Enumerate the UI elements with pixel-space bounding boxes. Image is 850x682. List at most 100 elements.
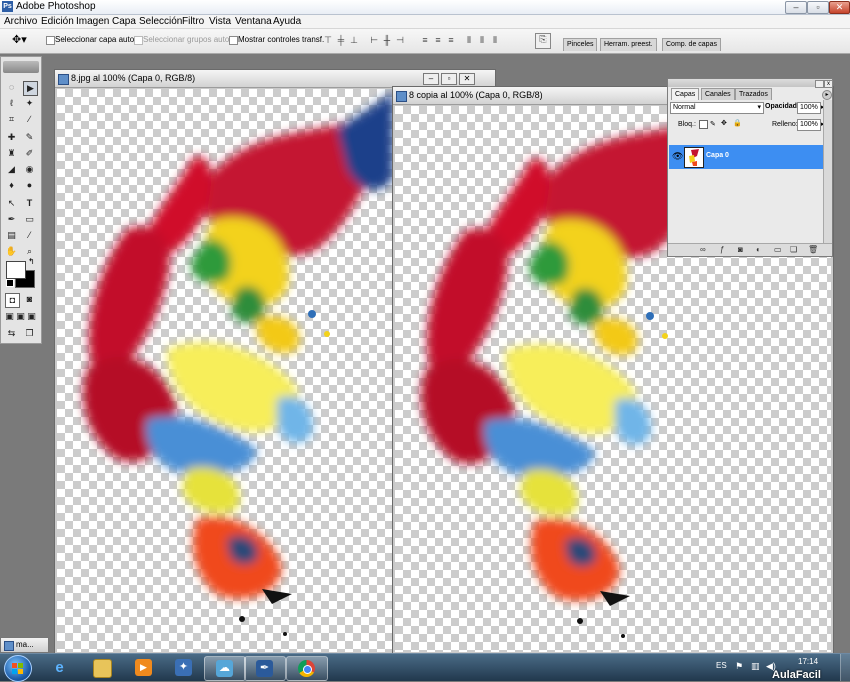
tab-capas[interactable]: Capas bbox=[671, 88, 700, 100]
notes-icon[interactable]: ▤ bbox=[5, 229, 18, 242]
taskbar-media-player[interactable]: ▶ bbox=[124, 656, 164, 679]
bucket-icon[interactable]: ◉ bbox=[23, 163, 36, 176]
move-tool-preset-icon[interactable]: ✥▾ bbox=[12, 33, 34, 48]
link-layers-icon[interactable]: ∞ bbox=[700, 245, 706, 254]
taskbar-chrome[interactable] bbox=[286, 656, 328, 681]
eraser-icon[interactable]: ◢ bbox=[5, 163, 18, 176]
taskbar-photoshop[interactable]: ✒ bbox=[244, 656, 286, 681]
action-center-icon[interactable]: ⚑ bbox=[735, 661, 743, 672]
lock-pixels-icon[interactable]: ✎ bbox=[710, 120, 716, 128]
minimize-button[interactable]: – bbox=[785, 1, 807, 14]
dock-tab-pinceles[interactable]: Pinceles bbox=[563, 38, 598, 51]
clock-time[interactable]: 17:14 bbox=[798, 657, 818, 666]
align-bottom-icon[interactable]: ⊥ bbox=[348, 35, 360, 46]
panel-close-icon[interactable]: x bbox=[824, 80, 833, 88]
lock-position-icon[interactable]: ✥ bbox=[721, 119, 727, 127]
doc-minimize-button[interactable]: – bbox=[423, 73, 439, 85]
auto-select-layer-checkbox[interactable] bbox=[46, 36, 55, 45]
auto-select-groups-checkbox[interactable] bbox=[134, 36, 143, 45]
crop-icon[interactable]: ⌗ bbox=[5, 113, 18, 126]
blend-mode-select[interactable]: Normal ▾ bbox=[670, 102, 764, 114]
healing-icon[interactable]: ✚ bbox=[5, 131, 18, 144]
layer-style-icon[interactable]: ƒ bbox=[720, 245, 724, 254]
doc-maximize-button[interactable]: ▫ bbox=[441, 73, 457, 85]
maximize-button[interactable]: ▫ bbox=[807, 1, 829, 14]
language-indicator[interactable]: ES bbox=[716, 661, 727, 670]
shape-icon[interactable]: ▭ bbox=[23, 213, 36, 226]
distribute-vcenter-icon[interactable]: ≡ bbox=[432, 35, 444, 46]
brush-icon[interactable]: ✎ bbox=[23, 131, 36, 144]
align-right-icon[interactable]: ⊣ bbox=[394, 35, 406, 46]
taskbar-explorer[interactable] bbox=[82, 656, 122, 679]
distribute-top-icon[interactable]: ≡ bbox=[419, 35, 431, 46]
network-icon[interactable]: ▥ bbox=[751, 661, 760, 672]
hand-icon[interactable]: ✋ bbox=[5, 245, 18, 258]
menu-capa[interactable]: Capa bbox=[112, 16, 136, 27]
palette-well-icon[interactable]: ⎘ bbox=[535, 33, 551, 49]
blur-icon[interactable]: ♦ bbox=[5, 179, 18, 192]
pen-icon[interactable]: ✒ bbox=[5, 213, 18, 226]
trash-icon[interactable]: 🗑 bbox=[808, 245, 818, 254]
opacity-field[interactable]: 100% bbox=[797, 102, 821, 114]
dodge-icon[interactable]: ● bbox=[23, 179, 36, 192]
move-icon[interactable]: ▶ bbox=[23, 81, 38, 96]
taskbar-app-4[interactable]: ✦ bbox=[164, 656, 204, 679]
minimized-document[interactable]: ma... bbox=[0, 637, 49, 653]
foreground-color-swatch[interactable] bbox=[6, 261, 26, 279]
panel-scrollbar[interactable] bbox=[823, 100, 832, 243]
marquee-icon[interactable]: ◌ bbox=[5, 81, 18, 94]
dock-tab-herramientas[interactable]: Herram. preest. bbox=[600, 38, 657, 51]
new-layer-icon[interactable]: ❏ bbox=[790, 245, 797, 254]
panel-grip[interactable] bbox=[668, 79, 832, 87]
distribute-hcenter-icon[interactable]: ⫴ bbox=[476, 35, 488, 46]
layer-row-capa-0[interactable]: 👁 Capa 0 bbox=[669, 145, 823, 169]
menu-imagen[interactable]: Imagen bbox=[76, 16, 109, 27]
quick-mask-icon[interactable]: ◙ bbox=[23, 293, 36, 306]
screen-mode-3-icon[interactable]: ▣ bbox=[26, 310, 37, 323]
panel-minimize-icon[interactable] bbox=[815, 80, 824, 88]
menu-edicion[interactable]: Edición bbox=[41, 16, 74, 27]
path-select-icon[interactable]: ↖ bbox=[5, 197, 18, 210]
document-canvas[interactable] bbox=[57, 89, 393, 652]
close-button[interactable]: ✕ bbox=[829, 1, 850, 14]
menu-filtro[interactable]: Filtro bbox=[182, 16, 204, 27]
swap-colors-icon[interactable]: ↰ bbox=[28, 257, 35, 266]
lasso-icon[interactable]: ℓ bbox=[5, 97, 18, 110]
screen-mode-1-icon[interactable]: ▣ bbox=[4, 310, 15, 323]
distribute-left-icon[interactable]: ⫴ bbox=[463, 35, 475, 46]
eye-visibility-icon[interactable]: 👁 bbox=[672, 151, 683, 162]
eyedropper-icon[interactable]: ⁄ bbox=[23, 229, 36, 242]
taskbar-app-5[interactable]: ☁ bbox=[204, 656, 246, 681]
type-icon[interactable]: T bbox=[23, 197, 36, 210]
tab-trazados[interactable]: Trazados bbox=[735, 88, 772, 100]
slice-icon[interactable]: ∕ bbox=[23, 113, 36, 126]
menu-seleccion[interactable]: Selección bbox=[139, 16, 182, 27]
menu-vista[interactable]: Vista bbox=[209, 16, 231, 27]
distribute-right-icon[interactable]: ⫴ bbox=[489, 35, 501, 46]
jump-icon[interactable]: ❐ bbox=[23, 327, 36, 340]
taskbar-internet-explorer[interactable]: e bbox=[40, 656, 80, 679]
align-top-icon[interactable]: ⊤ bbox=[322, 35, 334, 46]
show-desktop-button[interactable] bbox=[840, 654, 850, 681]
new-group-icon[interactable]: ▭ bbox=[774, 245, 782, 254]
standard-mode-icon[interactable]: ◘ bbox=[5, 293, 20, 308]
align-left-icon[interactable]: ⊢ bbox=[368, 35, 380, 46]
lock-transparency-icon[interactable] bbox=[699, 120, 708, 129]
show-transform-checkbox[interactable] bbox=[229, 36, 238, 45]
default-colors-icon[interactable] bbox=[6, 279, 14, 287]
menu-ayuda[interactable]: Ayuda bbox=[273, 16, 301, 27]
menu-archivo[interactable]: Archivo bbox=[4, 16, 37, 27]
align-hcenter-icon[interactable]: ╫ bbox=[381, 35, 393, 46]
align-vcenter-icon[interactable]: ╪ bbox=[335, 35, 347, 46]
imageready-icon[interactable]: ⇆ bbox=[5, 327, 18, 340]
layer-mask-icon[interactable]: ◙ bbox=[738, 245, 743, 254]
doc-close-button[interactable]: ✕ bbox=[459, 73, 475, 85]
panel-menu-icon[interactable]: ▸ bbox=[822, 90, 832, 100]
history-brush-icon[interactable]: ✐ bbox=[23, 147, 36, 160]
lock-all-icon[interactable]: 🔒 bbox=[733, 119, 742, 127]
stamp-icon[interactable]: ♜ bbox=[5, 147, 18, 160]
screen-mode-2-icon[interactable]: ▣ bbox=[15, 310, 26, 323]
magic-wand-icon[interactable]: ✦ bbox=[23, 97, 36, 110]
tab-canales[interactable]: Canales bbox=[701, 88, 735, 100]
start-button[interactable] bbox=[4, 655, 32, 682]
